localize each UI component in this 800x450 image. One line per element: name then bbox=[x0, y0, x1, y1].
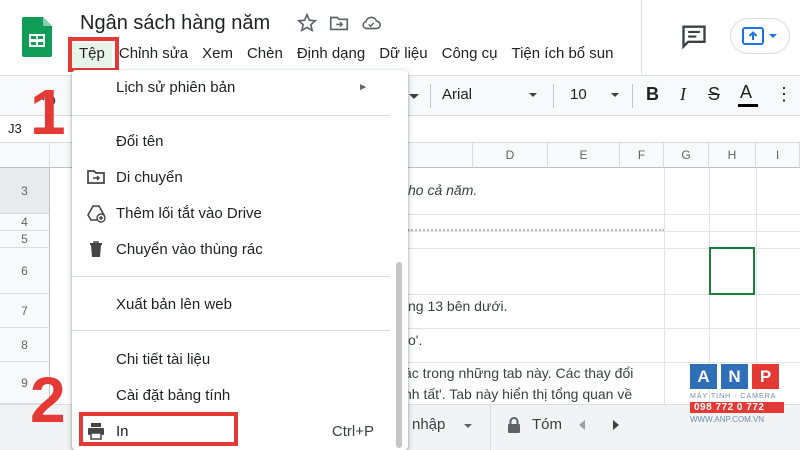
tab-dropdown-icon[interactable] bbox=[462, 420, 474, 432]
menu-edit[interactable]: Chỉnh sửa bbox=[112, 43, 195, 67]
row-header-8[interactable]: 8 bbox=[0, 328, 50, 362]
anp-watermark-logo: A N P MÁY TÍNH · CAMERA 098 772 0 772 WW… bbox=[690, 364, 784, 434]
sheets-logo-icon[interactable] bbox=[22, 17, 52, 57]
row-header-7[interactable]: 7 bbox=[0, 294, 50, 328]
anp-letter-n: N bbox=[721, 364, 748, 389]
column-header-e[interactable]: E bbox=[548, 143, 620, 168]
cell-reference[interactable]: J3 bbox=[8, 121, 22, 136]
file-menu-highlight-box bbox=[68, 37, 119, 72]
chevron-down-icon bbox=[769, 34, 777, 38]
menu-data[interactable]: Dữ liệu bbox=[372, 43, 434, 67]
present-button[interactable] bbox=[730, 18, 790, 54]
bold-button[interactable]: B bbox=[646, 84, 659, 105]
menu-item-trash[interactable]: Chuyển vào thùng rác bbox=[72, 232, 398, 266]
menu-tools[interactable]: Công cụ bbox=[435, 43, 505, 67]
size-dropdown-icon[interactable] bbox=[608, 88, 622, 102]
star-icon[interactable] bbox=[296, 12, 318, 34]
print-highlight-box bbox=[79, 412, 238, 446]
column-header-c[interactable] bbox=[408, 143, 473, 168]
text-color-button[interactable]: A bbox=[740, 82, 752, 103]
cell-row7-text[interactable]: ng 13 bên dưới. bbox=[408, 298, 508, 314]
menu-item-publish-web[interactable]: Xuất bản lên web bbox=[72, 287, 398, 321]
row-header-3[interactable]: 3 bbox=[0, 168, 50, 214]
scroll-tabs-right-icon[interactable] bbox=[610, 418, 622, 432]
row-header-4[interactable]: 4 bbox=[0, 214, 50, 231]
cell-row9-text-line1[interactable]: ác trong những tab này. Các thay đổi bbox=[404, 365, 633, 381]
menu-item-document-details[interactable]: Chi tiết tài liệu bbox=[72, 342, 398, 376]
document-title[interactable]: Ngân sách hàng năm bbox=[80, 12, 270, 35]
anp-phone: 098 772 0 772 bbox=[690, 402, 784, 413]
menu-item-move[interactable]: Di chuyển bbox=[72, 160, 398, 194]
dotted-divider bbox=[408, 229, 664, 231]
column-header-g[interactable]: G bbox=[664, 143, 709, 168]
move-folder-icon bbox=[87, 170, 105, 184]
sheet-tab-nhap[interactable]: nhập bbox=[412, 416, 445, 433]
trash-icon bbox=[90, 241, 102, 257]
print-shortcut: Ctrl+P bbox=[331, 422, 374, 440]
anp-letter-p: P bbox=[752, 364, 779, 389]
move-folder-icon[interactable] bbox=[328, 12, 350, 34]
menu-item-version-history[interactable]: Lịch sử phiên bản ► bbox=[72, 70, 398, 104]
column-header-d[interactable]: D bbox=[473, 143, 548, 168]
menu-item-spreadsheet-settings[interactable]: Cài đặt bảng tính bbox=[72, 378, 398, 412]
menu-scrollbar[interactable] bbox=[396, 262, 402, 448]
menu-view[interactable]: Xem bbox=[195, 43, 240, 67]
selected-cell[interactable] bbox=[709, 247, 755, 295]
anp-tagline: MÁY TÍNH · CAMERA bbox=[690, 393, 777, 400]
italic-button[interactable]: I bbox=[680, 84, 686, 105]
strikethrough-button[interactable]: S bbox=[708, 84, 720, 105]
present-icon bbox=[742, 27, 764, 45]
font-size-select[interactable]: 10 bbox=[570, 86, 587, 103]
scroll-tabs-left-icon[interactable] bbox=[576, 418, 588, 432]
submenu-arrow-icon: ► bbox=[358, 81, 368, 93]
menu-item-add-shortcut[interactable]: Thêm lối tắt vào Drive bbox=[72, 196, 398, 230]
lock-icon bbox=[508, 417, 520, 433]
column-header-i[interactable]: I bbox=[756, 143, 800, 168]
text-color-swatch bbox=[738, 104, 758, 107]
column-header-h[interactable]: H bbox=[709, 143, 756, 168]
anp-letter-a: A bbox=[690, 364, 717, 389]
menu-bar: Tệp Chỉnh sửa Xem Chèn Định dạng Dữ liệu… bbox=[72, 43, 621, 67]
cell-row9-text-line2[interactable]: nh tất'. Tab này hiển thị tổng quan về bbox=[404, 386, 632, 402]
font-dropdown-icon[interactable] bbox=[526, 88, 540, 102]
more-options-icon[interactable]: ⋮ bbox=[775, 84, 793, 105]
row-header-5[interactable]: 5 bbox=[0, 231, 50, 248]
menu-addons[interactable]: Tiện ích bổ sun bbox=[504, 43, 620, 67]
cloud-saved-icon[interactable] bbox=[360, 12, 382, 34]
step-number-2: 2 bbox=[30, 364, 66, 436]
menu-insert[interactable]: Chèn bbox=[240, 43, 290, 67]
cell-row8-text[interactable]: o'. bbox=[408, 332, 422, 348]
drive-shortcut-icon bbox=[87, 205, 106, 223]
column-header-f[interactable]: F bbox=[620, 143, 664, 168]
step-number-1: 1 bbox=[30, 76, 66, 148]
menu-format[interactable]: Định dạng bbox=[290, 43, 372, 67]
comment-icon[interactable] bbox=[680, 22, 708, 50]
font-family-select[interactable]: Arial bbox=[442, 86, 472, 103]
row-header-6[interactable]: 6 bbox=[0, 248, 50, 294]
sheet-tab-tom[interactable]: Tóm bbox=[532, 416, 562, 433]
anp-website: WWW.ANP.COM.VN bbox=[690, 415, 765, 424]
menu-item-rename[interactable]: Đổi tên bbox=[72, 124, 398, 158]
cell-row3-text[interactable]: ho cả năm. bbox=[408, 182, 477, 198]
